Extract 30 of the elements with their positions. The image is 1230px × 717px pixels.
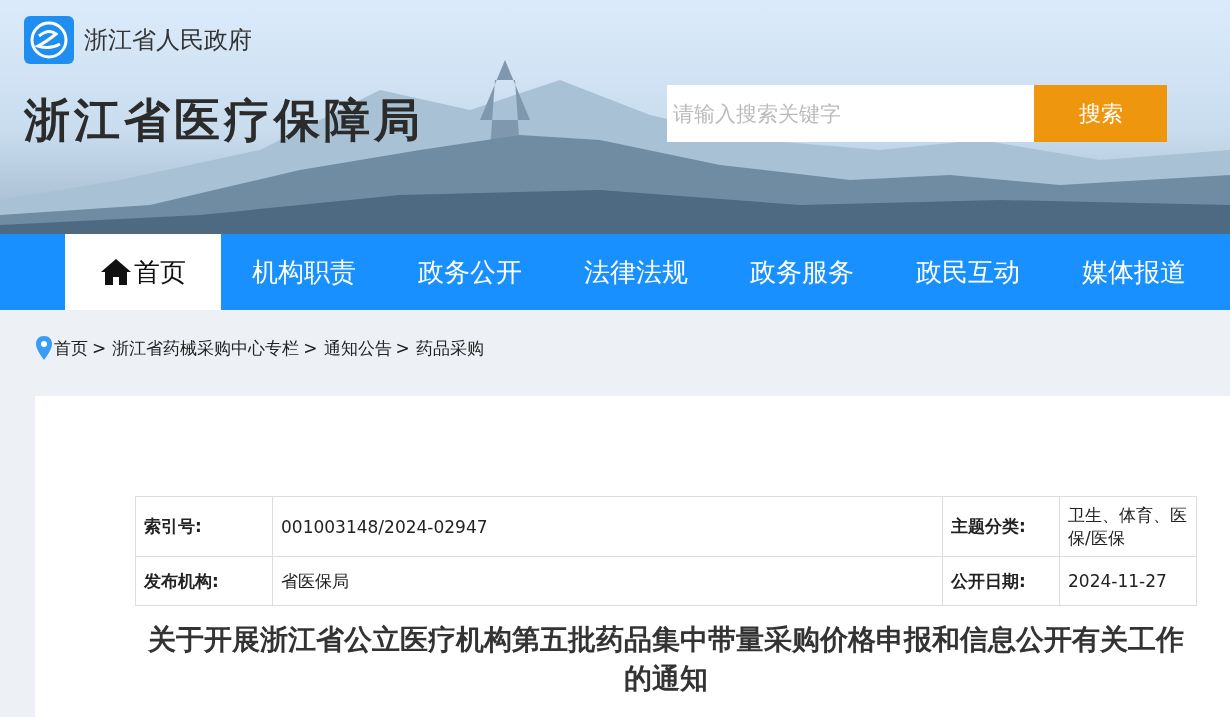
field-value: 省医保局 [272, 556, 943, 606]
nav-tab[interactable]: 首页 [65, 234, 221, 310]
bureau-title: 浙江省医疗保障局 [24, 92, 424, 149]
search-field[interactable]: 请输入搜索关键字 [667, 85, 1034, 142]
field-label: 主题分类: [942, 496, 1060, 557]
nav-tab[interactable]: 机构职责 [221, 234, 387, 310]
breadcrumb-link[interactable]: 首页 [54, 336, 88, 360]
logo-icon [24, 16, 74, 64]
site-name: 浙江省人民政府 [84, 25, 252, 56]
breadcrumb-separator: > [303, 338, 318, 358]
nav-tab[interactable]: 媒体报道 [1051, 234, 1217, 310]
location-pin-icon [36, 336, 52, 360]
article-title: 关于开展浙江省公立医疗机构第五批药品集中带量采购价格申报和信息公开有关工作的通知 [147, 622, 1185, 697]
field-value: 2024-11-27 [1059, 556, 1197, 606]
home-icon [100, 258, 132, 286]
field-label: 索引号: [135, 496, 273, 557]
search-button[interactable]: 搜索 [1034, 85, 1167, 142]
field-label: 公开日期: [942, 556, 1060, 606]
nav-tab[interactable]: 法律法规 [553, 234, 719, 310]
breadcrumb-link[interactable]: 通知公告 [323, 336, 392, 360]
breadcrumb-separator: > [92, 338, 107, 358]
breadcrumb-link[interactable]: 浙江省药械采购中心专栏 [112, 336, 300, 360]
field-value: 卫生、体育、医保/医保 [1059, 496, 1197, 557]
nav-tab[interactable]: 政民互动 [885, 234, 1051, 310]
nav-tab[interactable]: 政务服务 [719, 234, 885, 310]
field-value: 001003148/2024-02947 [272, 496, 943, 557]
field-label: 发布机构: [135, 556, 273, 606]
nav-tab[interactable]: 政务公开 [387, 234, 553, 310]
breadcrumb-separator: > [395, 338, 410, 358]
breadcrumb-link[interactable]: 药品采购 [415, 336, 484, 360]
